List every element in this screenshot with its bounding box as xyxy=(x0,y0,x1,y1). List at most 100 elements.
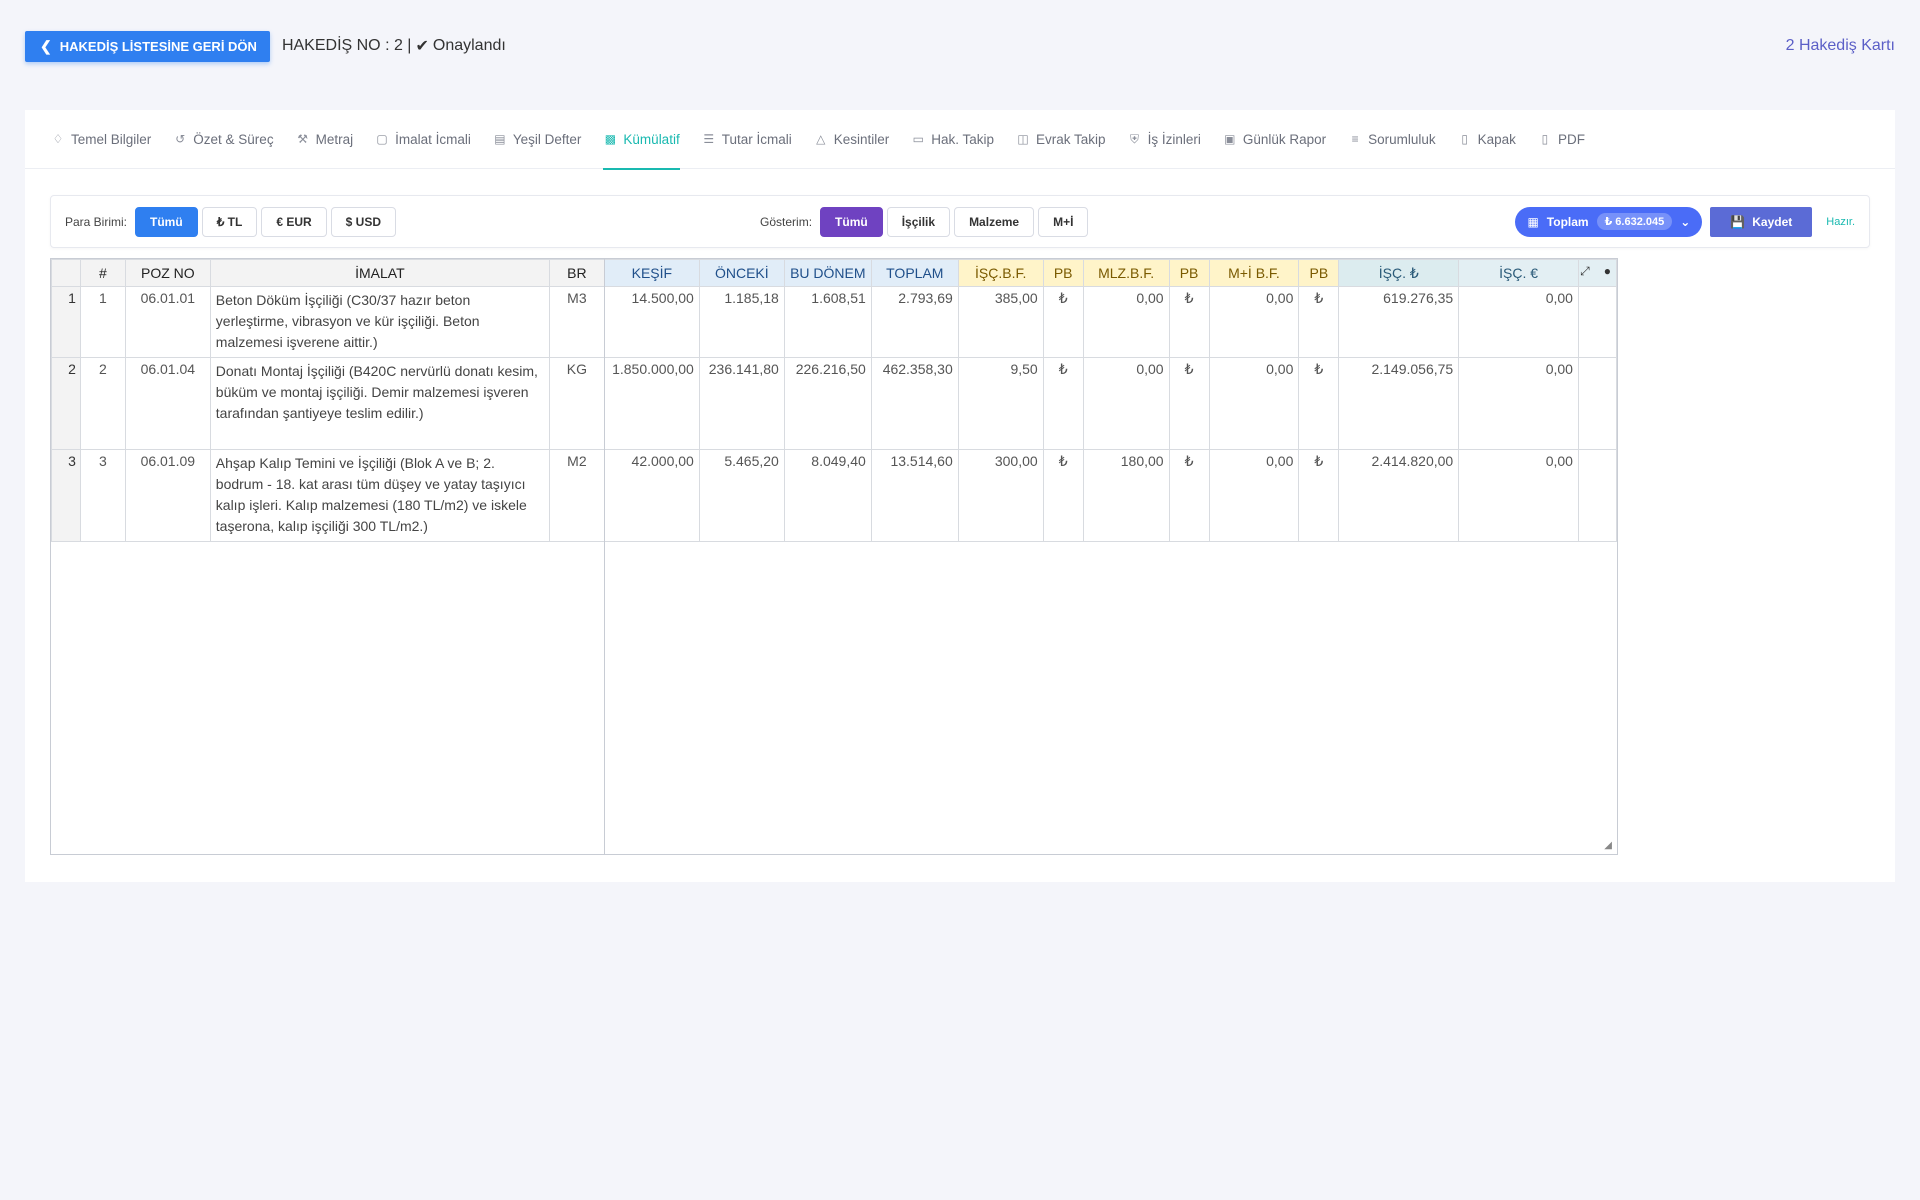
col-header-poz[interactable]: POZ NO xyxy=(124,259,211,287)
cell-kesif[interactable]: 42.000,00 xyxy=(603,449,700,542)
col-header-isc-eur[interactable]: İŞÇ. € xyxy=(1458,259,1579,287)
tab-evrak-takip[interactable]: ◫ Evrak Takip xyxy=(1016,110,1105,169)
view-mi-button[interactable]: M+İ xyxy=(1038,206,1089,237)
cell-br[interactable]: M3 xyxy=(548,286,605,358)
tab-kesintiler[interactable]: △ Kesintiler xyxy=(814,110,889,169)
cell-pb[interactable]: ₺ xyxy=(1168,449,1210,542)
col-header-mi-bf[interactable]: M+İ B.F. xyxy=(1208,259,1300,287)
col-header-kesif[interactable]: KEŞİF xyxy=(603,259,700,287)
expand-icon[interactable]: ⤢ xyxy=(1580,264,1590,279)
cell-pb[interactable]: ₺ xyxy=(1168,286,1210,358)
cell-mi-bf[interactable]: 0,00 xyxy=(1208,449,1300,542)
cell-toplam[interactable]: 462.358,30 xyxy=(870,357,959,450)
view-all-button[interactable]: Tümü xyxy=(820,206,883,237)
cell-poz[interactable]: 06.01.04 xyxy=(124,357,211,450)
cell-toplam[interactable]: 13.514,60 xyxy=(870,449,959,542)
cell-isc-tl[interactable]: 2.414.820,00 xyxy=(1338,449,1460,542)
cell-onceki[interactable]: 1.185,18 xyxy=(698,286,785,358)
cell-isc-bf[interactable]: 9,50 xyxy=(957,357,1044,450)
currency-all-button[interactable]: Tümü xyxy=(135,206,198,237)
cell-pb[interactable]: ₺ xyxy=(1042,449,1084,542)
currency-usd-button[interactable]: $ USD xyxy=(330,206,397,237)
cell-pb[interactable]: ₺ xyxy=(1298,286,1340,358)
col-header-imalat[interactable]: İMALAT xyxy=(209,259,550,287)
col-header-br[interactable]: BR xyxy=(548,259,605,287)
cell-poz[interactable]: 06.01.09 xyxy=(124,449,211,542)
cell-mlz-bf[interactable]: 0,00 xyxy=(1082,286,1170,358)
toplam-value: ₺ 6.632.045 xyxy=(1596,213,1673,230)
tab-tutar-icmali[interactable]: ☰ Tutar İcmali xyxy=(702,110,791,169)
view-iscilik-button[interactable]: İşçilik xyxy=(886,206,951,237)
cell-isc-bf[interactable]: 385,00 xyxy=(957,286,1044,358)
tab-kapak[interactable]: ▯ Kapak xyxy=(1458,110,1516,169)
save-button[interactable]: 💾 Kaydet xyxy=(1710,206,1813,237)
tab-yesil-defter[interactable]: ▤ Yeşil Defter xyxy=(493,110,581,169)
cell-bu-donem[interactable]: 8.049,40 xyxy=(783,449,872,542)
cell-isc-bf[interactable]: 300,00 xyxy=(957,449,1044,542)
cell-mlz-bf[interactable]: 180,00 xyxy=(1082,449,1170,542)
hakedis-card-link[interactable]: 2 Hakediş Kartı xyxy=(1786,37,1895,55)
cell-isc-tl[interactable]: 619.276,35 xyxy=(1338,286,1460,358)
table-row[interactable]: 3 3 06.01.09 Ahşap Kalıp Temini ve İşçil… xyxy=(51,449,1617,542)
row-number: 3 xyxy=(51,449,81,542)
col-header-toplam[interactable]: TOPLAM xyxy=(870,259,959,287)
view-malzeme-button[interactable]: Malzeme xyxy=(954,206,1035,237)
save-icon: 💾 xyxy=(1730,214,1746,229)
currency-tl-button[interactable]: ₺ TL xyxy=(201,206,258,237)
cell-pb[interactable]: ₺ xyxy=(1298,357,1340,450)
collapse-icon[interactable]: ● xyxy=(1604,264,1611,279)
tab-is-izinleri[interactable]: ⛨ İş İzinleri xyxy=(1128,110,1201,169)
toplam-dropdown[interactable]: ▦ Toplam ₺ 6.632.045 ⌄ xyxy=(1515,206,1703,237)
cell-kesif[interactable]: 1.850.000,00 xyxy=(603,357,700,450)
cell-imalat[interactable]: Donatı Montaj İşçiliği (B420C nervürlü d… xyxy=(209,357,550,450)
table-row[interactable]: 2 2 06.01.04 Donatı Montaj İşçiliği (B42… xyxy=(51,357,1617,450)
cell-br[interactable]: M2 xyxy=(548,449,605,542)
cell-mi-bf[interactable]: 0,00 xyxy=(1208,357,1300,450)
tab-temel-bilgiler[interactable]: ♢ Temel Bilgiler xyxy=(51,110,152,169)
cell-isc-eur[interactable]: 0,00 xyxy=(1458,286,1579,358)
col-header-isc-tl[interactable]: İŞÇ. ₺ xyxy=(1338,259,1460,287)
cell-kesif[interactable]: 14.500,00 xyxy=(603,286,700,358)
col-header-pb[interactable]: PB xyxy=(1042,259,1084,287)
cell-onceki[interactable]: 236.141,80 xyxy=(698,357,785,450)
tab-kumulatif[interactable]: ▩ Kümülatif xyxy=(603,110,680,170)
resize-handle-icon[interactable]: ◢ xyxy=(1604,840,1612,851)
cell-pb[interactable]: ₺ xyxy=(1168,357,1210,450)
cell-no[interactable]: 3 xyxy=(79,449,126,542)
col-header-onceki[interactable]: ÖNCEKİ xyxy=(698,259,785,287)
col-header-bu-donem[interactable]: BU DÖNEM xyxy=(783,259,872,287)
cell-mlz-bf[interactable]: 0,00 xyxy=(1082,357,1170,450)
cell-isc-eur[interactable]: 0,00 xyxy=(1458,357,1579,450)
tab-ozet-surec[interactable]: ↺ Özet & Süreç xyxy=(173,110,273,169)
tab-hak-takip[interactable]: ▭ Hak. Takip xyxy=(911,110,994,169)
cell-isc-tl[interactable]: 2.149.056,75 xyxy=(1338,357,1460,450)
cell-pb[interactable]: ₺ xyxy=(1298,449,1340,542)
tab-sorumluluk[interactable]: ≡ Sorumluluk xyxy=(1348,110,1436,169)
cell-pb[interactable]: ₺ xyxy=(1042,357,1084,450)
cell-no[interactable]: 2 xyxy=(79,357,126,450)
back-to-list-button[interactable]: ❮ HAKEDİŞ LİSTESİNE GERİ DÖN xyxy=(25,30,270,62)
cell-imalat[interactable]: Ahşap Kalıp Temini ve İşçiliği (Blok A v… xyxy=(209,449,550,542)
table-row[interactable]: 1 1 06.01.01 Beton Döküm İşçiliği (C30/3… xyxy=(51,286,1617,358)
currency-eur-button[interactable]: € EUR xyxy=(261,206,327,237)
cell-bu-donem[interactable]: 1.608,51 xyxy=(783,286,872,358)
col-header-pb[interactable]: PB xyxy=(1298,259,1340,287)
cell-mi-bf[interactable]: 0,00 xyxy=(1208,286,1300,358)
cell-no[interactable]: 1 xyxy=(79,286,126,358)
tab-gunluk-rapor[interactable]: ▣ Günlük Rapor xyxy=(1223,110,1326,169)
cell-bu-donem[interactable]: 226.216,50 xyxy=(783,357,872,450)
cell-isc-eur[interactable]: 0,00 xyxy=(1458,449,1579,542)
cell-imalat[interactable]: Beton Döküm İşçiliği (C30/37 hazır beton… xyxy=(209,286,550,358)
tab-imalat-icmali[interactable]: ▢ İmalat İcmali xyxy=(375,110,470,169)
tab-pdf[interactable]: ▯ PDF xyxy=(1538,110,1585,169)
tab-metraj[interactable]: ⚒ Metraj xyxy=(296,110,353,169)
cell-toplam[interactable]: 2.793,69 xyxy=(870,286,959,358)
col-header-mlz-bf[interactable]: MLZ.B.F. xyxy=(1082,259,1170,287)
cell-poz[interactable]: 06.01.01 xyxy=(124,286,211,358)
col-header-pb[interactable]: PB xyxy=(1168,259,1210,287)
col-header-no[interactable]: # xyxy=(79,259,126,287)
cell-onceki[interactable]: 5.465,20 xyxy=(698,449,785,542)
cell-br[interactable]: KG xyxy=(548,357,605,450)
cell-pb[interactable]: ₺ xyxy=(1042,286,1084,358)
col-header-isc-bf[interactable]: İŞÇ.B.F. xyxy=(957,259,1044,287)
